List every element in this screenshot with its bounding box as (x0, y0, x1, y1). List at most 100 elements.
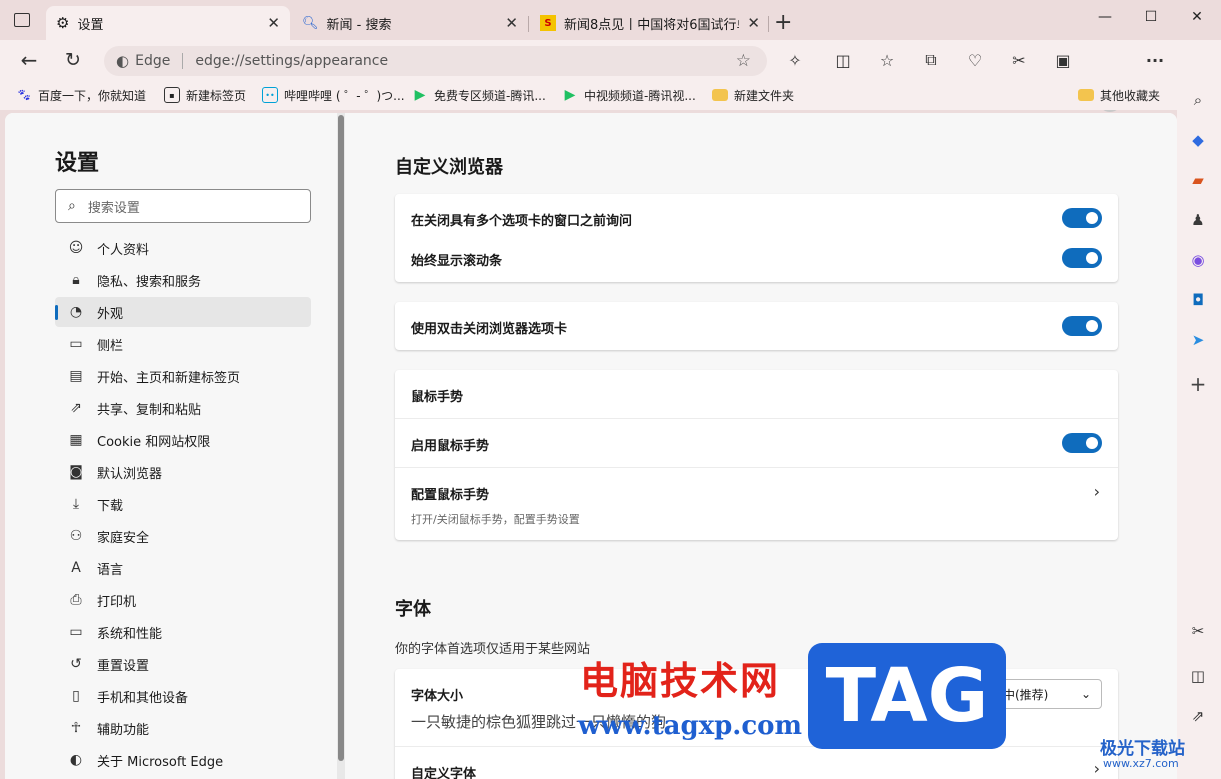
open-external-icon[interactable]: ⇗ (1186, 704, 1210, 728)
new-tab-button[interactable]: + (774, 10, 792, 35)
add-icon[interactable]: + (1186, 372, 1210, 396)
address-url[interactable]: edge://settings/appearance (195, 53, 735, 69)
watermark-text: 电脑技术网 (580, 659, 781, 703)
tab-settings[interactable]: ⚙ 设置 ✕ (46, 6, 290, 40)
nav-item-languages[interactable]: A 语言 (55, 553, 311, 583)
nav-item-share[interactable]: ⇗ 共享、复制和粘贴 (55, 393, 311, 423)
nav-label: 外观 (97, 306, 124, 322)
more-icon[interactable]: ··· (1142, 48, 1168, 72)
nav-label: 手机和其他设备 (97, 690, 189, 706)
sidebar-toggle-icon[interactable]: ◫ (1186, 664, 1210, 688)
share-icon: ⇗ (70, 400, 82, 416)
send-icon[interactable]: ➤ (1186, 328, 1210, 352)
folder-icon (712, 89, 728, 101)
toggle-mouse-gesture[interactable] (1062, 433, 1102, 453)
performance-icon[interactable]: ♡ (962, 48, 988, 72)
shopping-tag-icon[interactable]: ◆ (1186, 128, 1210, 152)
nav-item-privacy[interactable]: 🔒︎ 隐私、搜索和服务 (55, 265, 311, 295)
search-input[interactable]: ⌕ 搜索设置 (55, 189, 311, 223)
nav-item-appearance[interactable]: ◔ 外观 (55, 297, 311, 327)
address-bar[interactable]: ◐ Edge edge://settings/appearance ☆ (104, 46, 767, 76)
back-icon[interactable]: ← (16, 48, 42, 72)
close-tab-icon[interactable]: ✕ (747, 14, 760, 32)
other-favorites[interactable]: 其他收藏夹 (1078, 86, 1160, 104)
tab-news-search[interactable]: 🔍︎ 新闻 - 搜索 ✕ (292, 6, 528, 40)
nav-label: 默认浏览器 (97, 466, 163, 482)
favorite-label: 中视频频道-腾讯视... (584, 88, 696, 103)
search-icon: ⌕ (68, 198, 76, 214)
toggle-double-click-close[interactable] (1062, 316, 1102, 336)
favorite-label: 哔哩哔哩 ( ゜- ゜)つ... (284, 88, 405, 103)
nav-label: 共享、复制和粘贴 (97, 402, 202, 418)
reset-icon: ↺ (70, 656, 82, 672)
favorite-item[interactable]: 🐾︎ 百度一下，你就知道 (16, 86, 146, 104)
nav-label: 辅助功能 (97, 722, 150, 738)
nav-item-system[interactable]: ▭ 系统和性能 (55, 617, 311, 647)
close-tab-icon[interactable]: ✕ (267, 14, 280, 32)
printer-icon: ⎙ (70, 592, 82, 608)
collections-icon[interactable]: ⧉ (918, 48, 944, 72)
screenshot-icon[interactable]: ✂ (1186, 619, 1210, 643)
favorite-star-icon[interactable]: ☆ (736, 51, 751, 71)
favorite-item[interactable]: ▶ 中视频频道-腾讯视... (562, 86, 696, 104)
font-size-select[interactable]: 中(推荐) ⌄ (992, 679, 1102, 709)
tab-separator (768, 16, 769, 32)
chevron-right-icon[interactable]: › (1094, 759, 1100, 778)
nav-scrollbar-thumb[interactable] (338, 115, 344, 761)
nav-item-home[interactable]: ▤ 开始、主页和新建标签页 (55, 361, 311, 391)
browser-essentials-icon[interactable]: ▣ (1050, 48, 1076, 72)
newtab-icon: ▪ (164, 87, 180, 103)
nav-item-default-browser[interactable]: ◙ 默认浏览器 (55, 457, 311, 487)
nav-item-cookies[interactable]: ▦ Cookie 和网站权限 (55, 425, 311, 455)
nav-item-accessibility[interactable]: ☥ 辅助功能 (55, 713, 311, 743)
custom-fonts-label[interactable]: 自定义字体 (411, 763, 476, 779)
favorite-item[interactable]: •• 哔哩哔哩 ( ゜- ゜)つ... (262, 86, 405, 104)
screenshot-icon[interactable]: ✂ (1006, 48, 1032, 72)
games-icon[interactable]: ♟ (1186, 208, 1210, 232)
page-title: 设置 (55, 151, 100, 176)
nav-label: 系统和性能 (97, 626, 163, 642)
toggle-always-scrollbar[interactable] (1062, 248, 1102, 268)
laptop-icon: ▭ (69, 624, 83, 640)
split-screen-icon[interactable]: ◫ (830, 48, 856, 72)
home-icon: ▤ (69, 368, 83, 384)
nav-item-reset[interactable]: ↺ 重置设置 (55, 649, 311, 679)
favorite-label: 免费专区频道-腾讯... (434, 88, 546, 103)
nav-item-downloads[interactable]: ⤓ 下载 (55, 489, 311, 519)
nav-item-about[interactable]: ◐ 关于 Microsoft Edge (55, 745, 311, 775)
close-window-button[interactable]: ✕ (1182, 6, 1212, 28)
minimize-button[interactable]: — (1090, 6, 1120, 28)
nav-item-profile[interactable]: ☺ 个人资料 (55, 233, 311, 263)
tab-actions-icon[interactable] (14, 13, 30, 27)
nav-item-family[interactable]: ⚇ 家庭安全 (55, 521, 311, 551)
setting-description: 打开/关闭鼠标手势，配置手势设置 (411, 513, 580, 526)
office-icon[interactable]: ◉ (1186, 248, 1210, 272)
nav-item-phone[interactable]: ▯ 手机和其他设备 (55, 681, 311, 711)
extensions-icon[interactable]: ✧ (782, 48, 808, 72)
tab-news[interactable]: S 新闻8点见丨中国将对6国试行单方 ✕ (530, 6, 770, 40)
close-tab-icon[interactable]: ✕ (505, 14, 518, 32)
nav-item-printers[interactable]: ⎙ 打印机 (55, 585, 311, 615)
nav-item-sidebar[interactable]: ▭ 侧栏 (55, 329, 311, 359)
configure-mouse-gesture-row[interactable] (395, 468, 1118, 540)
favorites-icon[interactable]: ☆ (874, 48, 900, 72)
tab-title: 新闻8点见丨中国将对6国试行单方 (564, 17, 739, 33)
favorite-item[interactable]: ▪ 新建标签页 (164, 86, 246, 104)
favorite-label: 新建标签页 (186, 88, 247, 103)
fonts-description: 你的字体首选项仅适用于某些网站 (395, 642, 591, 657)
favorite-item[interactable]: 新建文件夹 (712, 86, 794, 104)
search-icon[interactable]: ⌕ (1186, 88, 1210, 112)
setting-label: 启用鼠标手势 (411, 439, 490, 454)
tools-icon[interactable]: ▰ (1186, 168, 1210, 192)
toggle-close-multi-tabs[interactable] (1062, 208, 1102, 228)
divider (395, 418, 1118, 419)
chevron-down-icon: ⌄ (1080, 687, 1091, 701)
title-bar: ⚙ 设置 ✕ 🔍︎ 新闻 - 搜索 ✕ S 新闻8点见丨中国将对6国试行单方 ✕… (0, 0, 1221, 40)
favorite-item[interactable]: ▶ 免费专区频道-腾讯... (412, 86, 546, 104)
refresh-icon[interactable]: ↻ (60, 48, 86, 72)
download-icon: ⤓ (72, 496, 80, 512)
outlook-icon[interactable]: ◘ (1186, 288, 1210, 312)
tab-separator (528, 16, 529, 32)
chevron-right-icon[interactable]: › (1094, 482, 1100, 501)
maximize-button[interactable]: ☐ (1136, 6, 1166, 28)
